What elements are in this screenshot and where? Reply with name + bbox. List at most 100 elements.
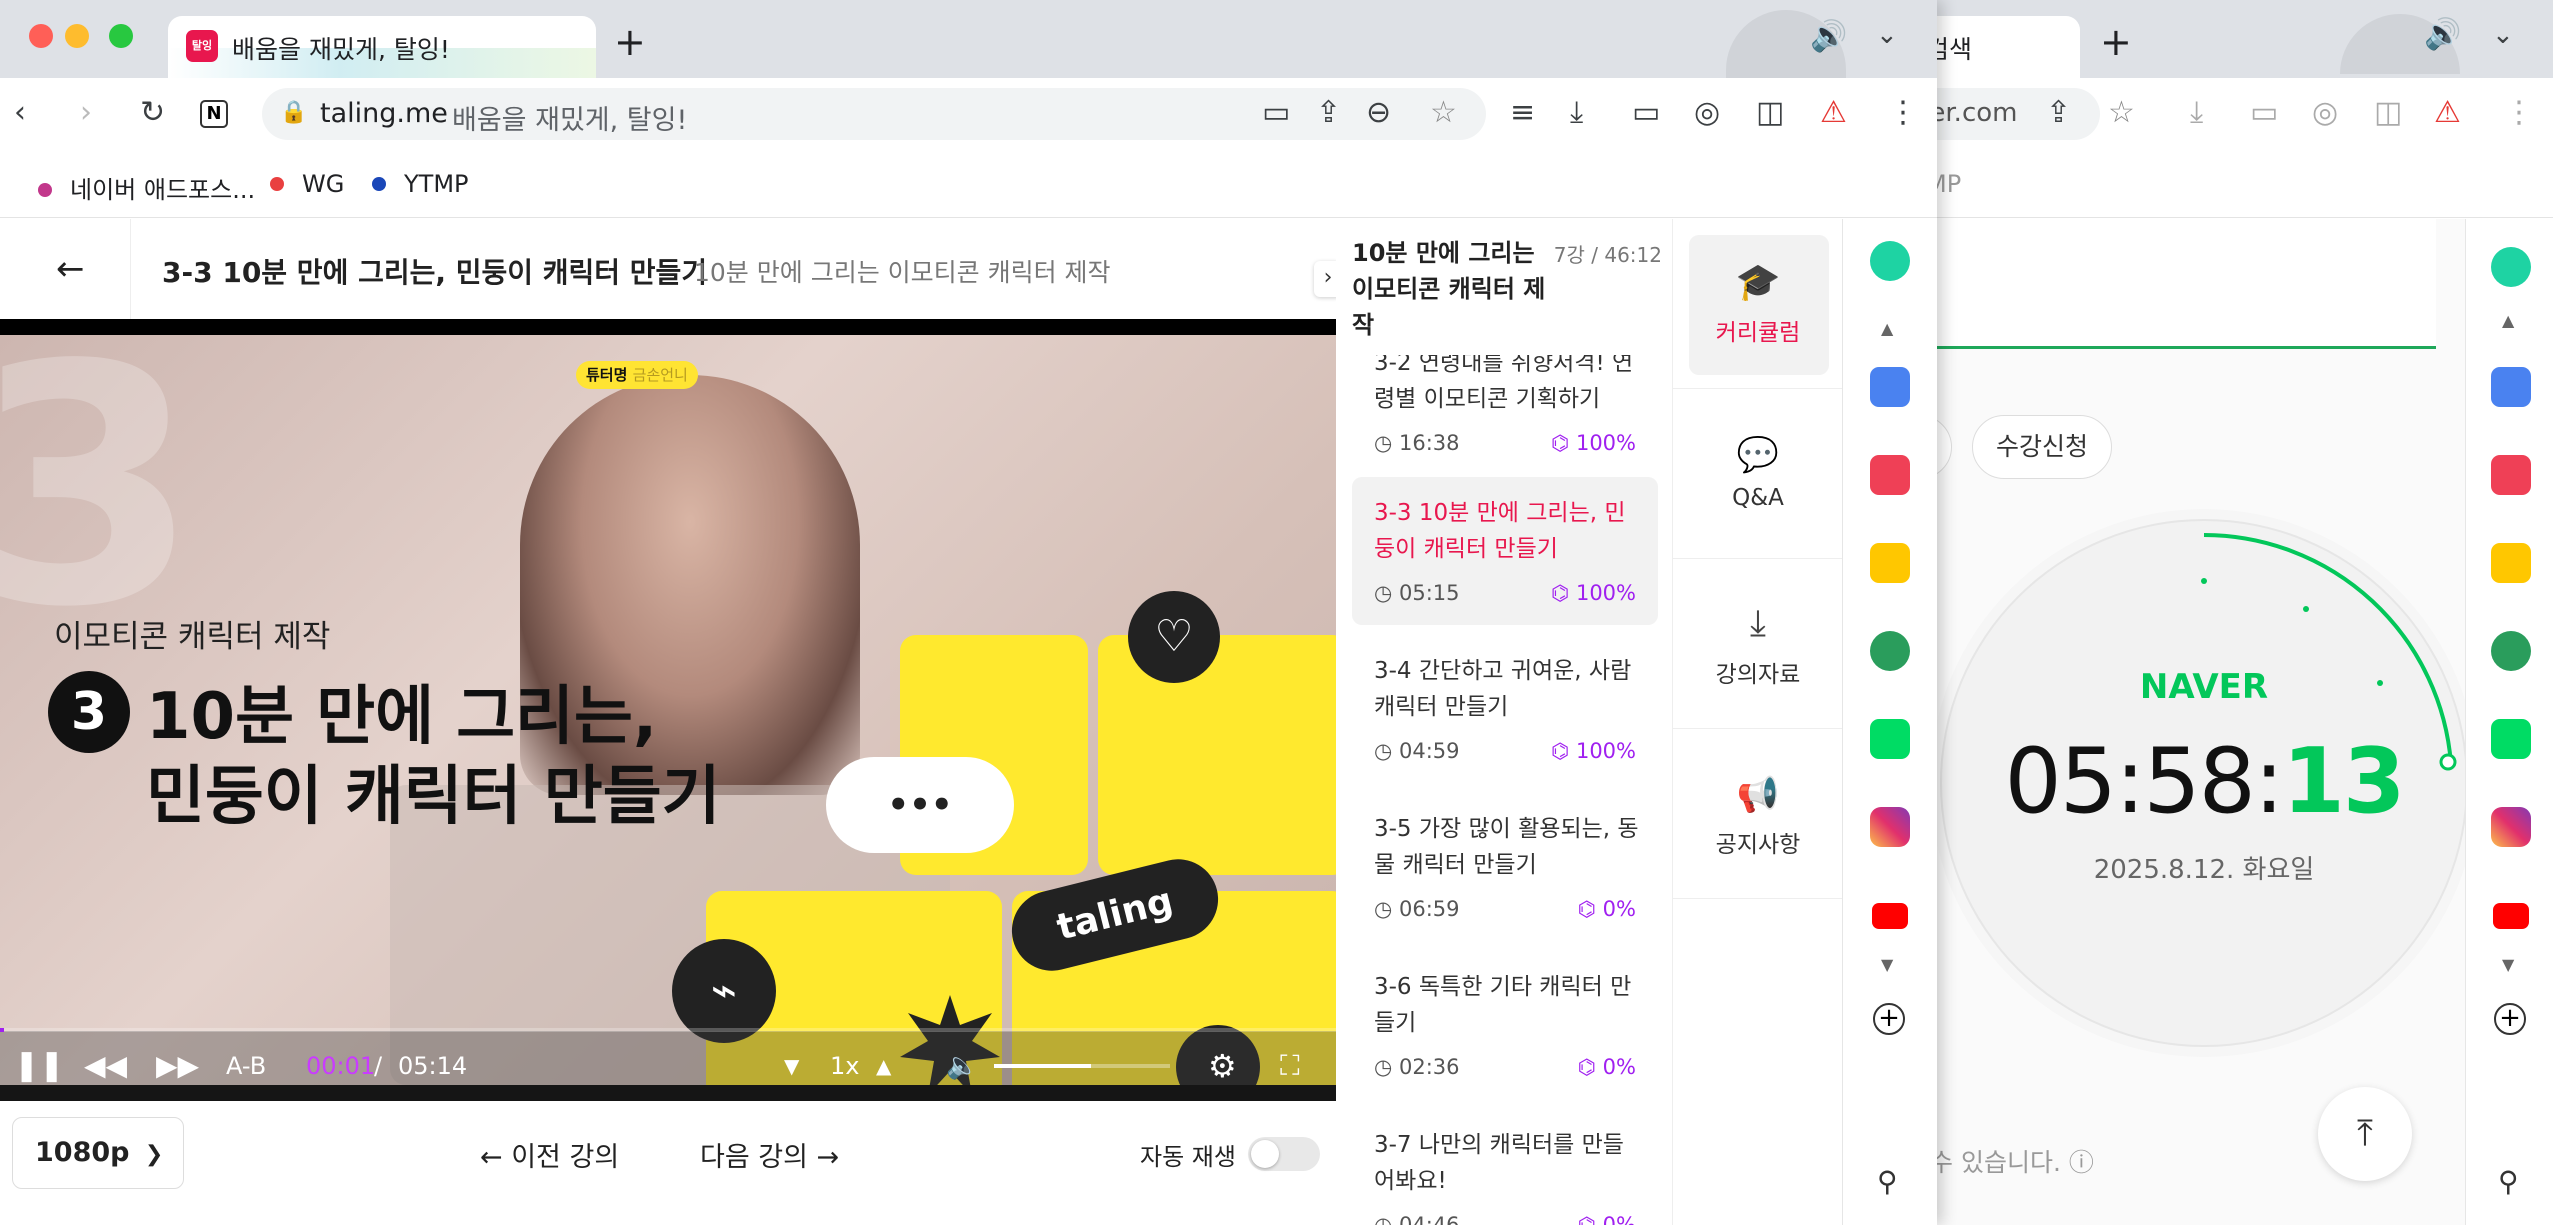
autoplay-toggle[interactable]	[1248, 1137, 1320, 1171]
warning-icon[interactable]: ⚠	[1820, 98, 1847, 128]
autoplay-label: 자동 재생	[1140, 1143, 1236, 1171]
minimize-window-button[interactable]	[65, 24, 89, 48]
sidebar-2-star-icon[interactable]	[2491, 543, 2531, 583]
playlist-icon[interactable]: ≡	[1510, 98, 1535, 128]
sidebar-2-webtoon-icon[interactable]	[2491, 719, 2531, 759]
chevron-down-icon[interactable]: ⌄	[1876, 22, 1898, 48]
back-icon[interactable]: ‹	[14, 98, 26, 128]
warning-icon-2[interactable]: ⚠	[2434, 98, 2461, 128]
bookmark-ytmp[interactable]: YTMP	[372, 170, 469, 198]
enroll-button[interactable]: 수강신청	[1972, 415, 2112, 479]
zoom-out-icon[interactable]: ⊖	[1366, 98, 1391, 128]
cap-icon: ⌬	[1550, 739, 1576, 763]
maximize-window-button[interactable]	[109, 24, 133, 48]
lesson-item[interactable]: 3-5 가장 많이 활용되는, 동물 캐릭터 만들기 ◷ 06:59 ⌬ 0%	[1352, 793, 1658, 941]
ab-repeat-button[interactable]: A-B	[226, 1031, 266, 1101]
video-small-title: 이모티콘 캐릭터 제작	[54, 619, 331, 655]
sidebar-down-icon[interactable]: ▼	[1881, 955, 1893, 974]
taling-favicon: 탈잉	[186, 30, 218, 62]
bookmark-wg[interactable]: WG	[270, 170, 344, 198]
forward-icon[interactable]: ›	[80, 98, 92, 128]
favorites-icon-2[interactable]: ☆	[2108, 98, 2135, 128]
menu-materials[interactable]: ⤓ 강의자료	[1673, 559, 1843, 729]
sidebar-2-down-icon[interactable]: ▼	[2502, 955, 2514, 974]
new-tab-button-2[interactable]: +	[2100, 20, 2132, 64]
briefcase-icon[interactable]	[1870, 367, 1910, 407]
sidebar-2-up-icon[interactable]: ▲	[2502, 311, 2514, 330]
pause-icon[interactable]: ❚❚	[14, 1031, 64, 1101]
volume-slider[interactable]	[994, 1064, 1170, 1068]
sidebar-2-whale-icon[interactable]	[2491, 247, 2531, 287]
quality-select[interactable]: 1080p ❯	[12, 1117, 184, 1189]
lesson-subtitle: 10분 만에 그리는 이모티콘 캐릭터 제작	[694, 258, 1111, 287]
pin-icon[interactable]: ⚲	[1877, 1165, 1898, 1198]
browser-tab-active[interactable]: 탈잉 배움을 재밌게, 탈잉!	[168, 16, 596, 78]
reload-icon[interactable]: ↻	[140, 98, 165, 128]
more-icon-2[interactable]: ⋮	[2504, 98, 2534, 128]
video-player[interactable]: 3 튜터명 금손언니 이모티콘 캐릭터 제작 3 10분 만에 그리는, 민둥이…	[0, 319, 1336, 1101]
prev-lesson-button[interactable]: ← 이전 강의	[480, 1135, 619, 1174]
cap-icon: ⌬	[1550, 581, 1576, 605]
close-window-button[interactable]	[29, 24, 53, 48]
webtoon-icon[interactable]	[1870, 719, 1910, 759]
volume-icon[interactable]: 🔈	[946, 1031, 978, 1101]
cast-icon[interactable]: ▭	[1262, 98, 1290, 128]
speaker-icon[interactable]: 🔊	[1810, 22, 1847, 52]
menu-qna[interactable]: 💬 Q&A	[1673, 389, 1843, 559]
autoplay-knob	[1251, 1140, 1279, 1168]
naver-home-icon[interactable]: N	[200, 100, 228, 128]
rewind-icon[interactable]: ◀◀	[84, 1031, 127, 1101]
menu-curriculum[interactable]: 🎓 커리큘럼	[1673, 219, 1843, 389]
forward-skip-icon[interactable]: ▶▶	[156, 1031, 199, 1101]
bookmark-naver-adpost[interactable]: 네이버 애드포스...	[38, 170, 255, 205]
speed-up-icon[interactable]: ▲	[876, 1031, 891, 1101]
translate-icon[interactable]	[1870, 631, 1910, 671]
back-arrow-icon[interactable]: ←	[56, 249, 85, 289]
sidebar-up-icon[interactable]: ▲	[1881, 319, 1893, 338]
camera-icon-2[interactable]: ◎	[2312, 98, 2338, 128]
next-lesson-button[interactable]: 다음 강의 →	[700, 1135, 839, 1174]
split-view-icon-2[interactable]: ◫	[2374, 98, 2402, 128]
split-view-icon[interactable]: ◫	[1756, 98, 1784, 128]
fullscreen-icon[interactable]: ⛶	[1280, 1031, 1300, 1101]
sidebar-2-briefcase-icon[interactable]	[2491, 367, 2531, 407]
download-icon-2[interactable]: ⤓	[2190, 98, 2203, 128]
whale-sidebar-icon[interactable]	[1870, 241, 1910, 281]
lesson-item[interactable]: 3-4 간단하고 귀여운, 사람 캐릭터 만들기 ◷ 04:59 ⌬ 100%	[1352, 635, 1658, 783]
share-icon[interactable]: ⇪	[1316, 98, 1341, 128]
scroll-top-button[interactable]: ⤒	[2318, 1087, 2412, 1181]
sidebar-2-instagram-icon[interactable]	[2491, 807, 2531, 847]
share-icon-2[interactable]: ⇪	[2046, 98, 2071, 128]
speaker-icon-2[interactable]: 🔊	[2424, 20, 2461, 50]
cast-icon-2[interactable]: ▭	[2250, 98, 2278, 128]
progress-track[interactable]	[0, 1028, 1336, 1032]
sidebar-2-translate-icon[interactable]	[2491, 631, 2531, 671]
sidebar-2-add-icon[interactable]: +	[2494, 1003, 2526, 1035]
download-icon: ⤓	[1750, 603, 1766, 644]
add-app-icon[interactable]: +	[1873, 1003, 1905, 1035]
camera-icon[interactable]: ◎	[1694, 98, 1720, 128]
favorites-icon[interactable]: ☆	[1430, 98, 1457, 128]
lesson-item[interactable]: 3-6 독특한 기타 캐릭터 만들기 ◷ 02:36 ⌬ 0%	[1352, 951, 1658, 1099]
menu-notice[interactable]: 📢 공지사항	[1673, 729, 1843, 899]
pocket-icon[interactable]	[1870, 455, 1910, 495]
tutor-name: 금손언니	[632, 366, 688, 384]
video-icon[interactable]: ▭	[1632, 98, 1660, 128]
instagram-icon[interactable]	[1870, 807, 1910, 847]
sidebar-2-pocket-icon[interactable]	[2491, 455, 2531, 495]
speed-down-icon[interactable]: ▼	[784, 1031, 799, 1101]
new-tab-button[interactable]: +	[614, 20, 646, 64]
star-icon[interactable]	[1870, 543, 1910, 583]
youtube-icon[interactable]	[1872, 903, 1908, 929]
address-bar[interactable]: 🔒 taling.me 배움을 재밌게, 탈잉! ▭ ⇪ ⊖ ☆	[262, 88, 1486, 140]
lesson-item[interactable]: 3-7 나만의 캐릭터를 만들어봐요! ◷ 04:46 ⌬ 0%	[1352, 1109, 1658, 1225]
speed-value[interactable]: 1x	[830, 1031, 859, 1101]
settings-gear-icon[interactable]: ⚙	[1208, 1031, 1237, 1101]
lesson-item-active[interactable]: 3-3 10분 만에 그리는, 민둥이 캐릭터 만들기 ◷ 05:15 ⌬ 10…	[1352, 477, 1658, 625]
sidebar-2-pin-icon[interactable]: ⚲	[2498, 1165, 2519, 1198]
sidebar-2-youtube-icon[interactable]	[2493, 903, 2529, 929]
chevron-down-icon-2[interactable]: ⌄	[2492, 22, 2514, 48]
more-icon[interactable]: ⋮	[1888, 98, 1918, 128]
next-lesson-label: 다음 강의	[700, 1142, 808, 1173]
download-icon[interactable]: ⤓	[1570, 98, 1583, 128]
